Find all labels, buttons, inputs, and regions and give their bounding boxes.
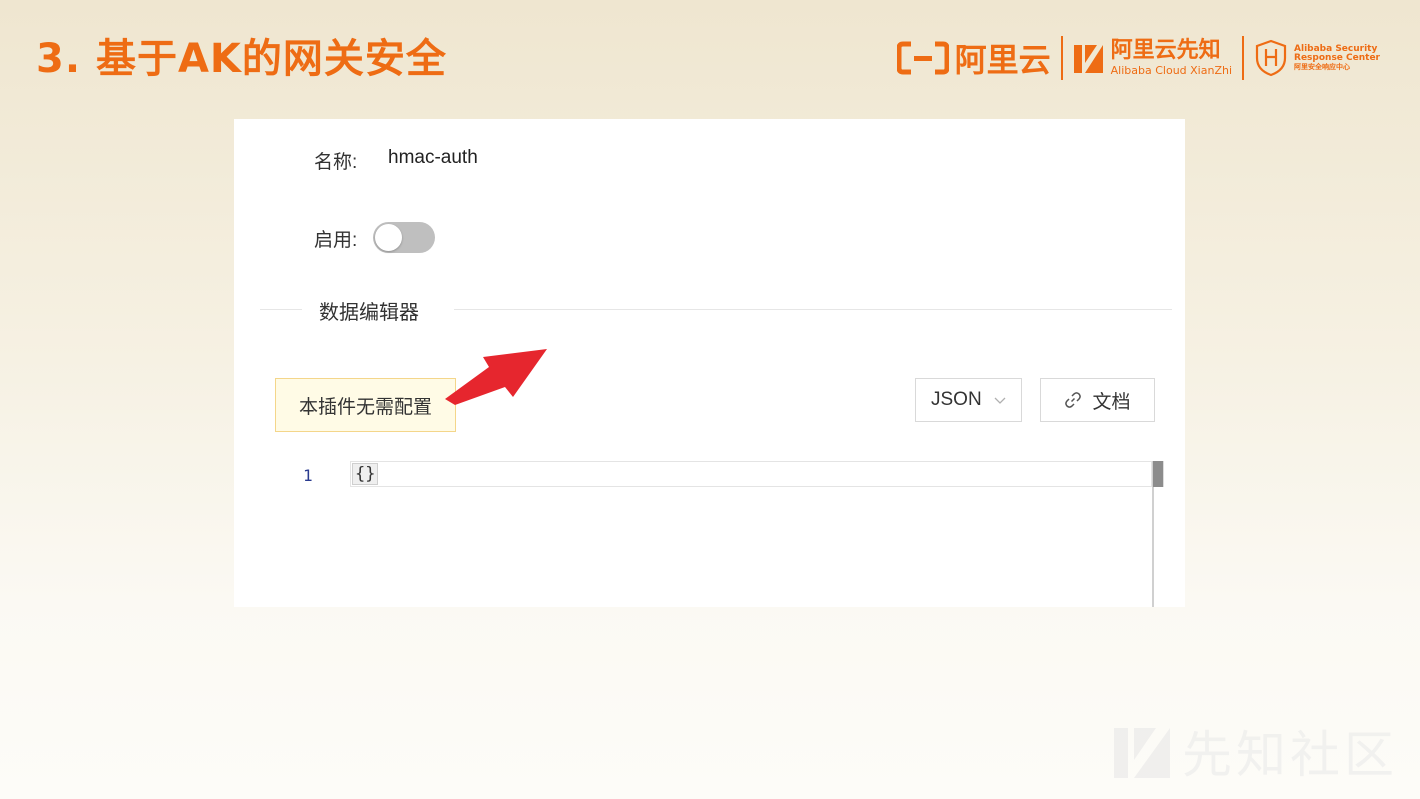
enable-toggle[interactable] — [373, 222, 435, 253]
section-divider-left — [260, 309, 302, 310]
logo-separator — [1060, 36, 1063, 80]
code-line[interactable]: {} — [350, 461, 1152, 487]
red-arrow-annotation — [445, 349, 547, 405]
code-editor[interactable]: 1 {} — [270, 461, 1170, 607]
no-config-tip: 本插件无需配置 — [275, 378, 456, 432]
plugin-config-panel: 名称: hmac-auth 启用: 数据编辑器 本插件无需配置 JSON 文档 … — [234, 119, 1185, 607]
format-select-value: JSON — [931, 389, 982, 410]
line-number: 1 — [303, 466, 313, 485]
code-text: {} — [352, 463, 379, 485]
xianzhi-mark-icon — [1073, 45, 1103, 73]
watermark-text: 先知社区 — [1182, 726, 1398, 784]
xianzhi-logo-en: Alibaba Cloud XianZhi — [1110, 64, 1233, 77]
editor-scrollbar-thumb[interactable] — [1153, 461, 1164, 487]
aliyun-bracket-icon — [896, 41, 949, 75]
section-title: 数据编辑器 — [319, 302, 419, 324]
header-logos: 阿里云 阿里云先知 Alibaba Cloud XianZhi Alibaba … — [896, 34, 1380, 82]
format-select[interactable]: JSON — [915, 378, 1022, 422]
doc-button-label: 文档 — [1092, 391, 1131, 413]
aliyun-logo-text: 阿里云 — [954, 41, 1051, 79]
slide-title: 3. 基于AK的网关安全 — [36, 36, 447, 82]
name-value: hmac-auth — [388, 147, 478, 168]
xianzhi-watermark-icon — [1114, 728, 1170, 778]
section-divider-right — [454, 309, 1172, 310]
enable-label: 启用: — [314, 230, 358, 251]
aliyun-logo: 阿里云 — [896, 35, 1051, 81]
logo-separator — [1242, 36, 1245, 80]
shield-icon — [1255, 39, 1287, 77]
asrc-logo: Alibaba Security Response Center 阿里安全响应中… — [1254, 39, 1380, 77]
name-label: 名称: — [314, 152, 358, 173]
xianzhi-logo-cn: 阿里云先知 — [1110, 38, 1221, 63]
asrc-line3: 阿里安全响应中心 — [1294, 62, 1351, 71]
chevron-down-icon — [994, 397, 1006, 404]
watermark: 先知社区 — [1112, 715, 1398, 787]
toggle-knob — [375, 224, 402, 251]
link-icon — [1065, 392, 1082, 408]
doc-button[interactable]: 文档 — [1040, 378, 1155, 422]
xianzhi-logo: 阿里云先知 Alibaba Cloud XianZhi — [1073, 40, 1232, 76]
